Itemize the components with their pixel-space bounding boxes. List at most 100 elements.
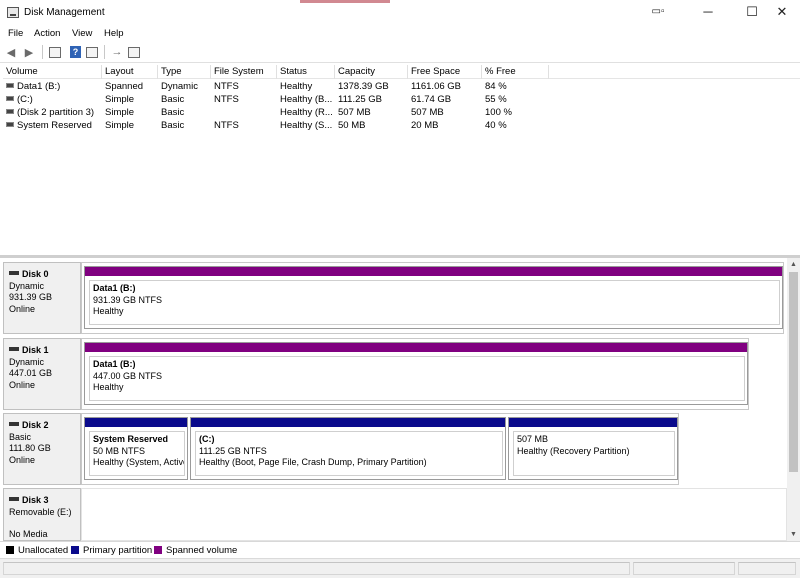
disk-type: Basic (9, 431, 32, 442)
status-bar (0, 558, 800, 578)
scroll-thumb[interactable] (789, 272, 798, 472)
disk-name: Disk 0 (22, 269, 49, 279)
disk-row-2: Disk 2 Basic 111.80 GB Online System Res… (3, 413, 800, 485)
menu-action[interactable]: Action (34, 28, 60, 39)
legend-unallocated: Unallocated (6, 545, 68, 556)
status-cell: Healthy (B... (280, 94, 333, 105)
legend-label: Primary partition (83, 545, 153, 556)
free-space-cell: 507 MB (411, 107, 444, 118)
spanned-volume-bar (85, 343, 747, 352)
disk-size: 111.80 GB (9, 443, 51, 453)
volume-row[interactable]: System Reserved Simple Basic NTFS Health… (3, 119, 800, 132)
partition-name: Data1 (B:) (93, 359, 136, 369)
menu-bar: File Action View Help (0, 26, 800, 42)
toolbar: ◀ ▶ ? → (0, 42, 800, 63)
type-cell: Basic (161, 120, 185, 131)
partition-name: System Reserved (93, 434, 169, 444)
disk-label[interactable]: Disk 1 Dynamic 447.01 GB Online (3, 338, 81, 410)
partition[interactable]: System Reserved 50 MB NTFS Healthy (Syst… (84, 417, 188, 480)
partition[interactable]: 507 MB Healthy (Recovery Partition) (508, 417, 678, 480)
column-file-system[interactable]: File System (211, 65, 277, 79)
view-icon[interactable] (86, 47, 98, 58)
partition-status: Healthy (System, Active (93, 457, 185, 467)
scroll-up-icon[interactable]: ▲ (787, 258, 800, 271)
file-system-cell (211, 106, 277, 119)
disk-row-3: Disk 3 Removable (E:) No Media (3, 488, 800, 541)
vertical-scrollbar[interactable]: ▲ ▼ (787, 258, 800, 541)
status-cell: Healthy (S... (280, 120, 333, 131)
disk-size: 447.01 GB (9, 368, 53, 378)
free-space-cell: 20 MB (411, 120, 439, 131)
volume-row[interactable]: Data1 (B:) Spanned Dynamic NTFS Healthy … (3, 80, 800, 93)
free-space-cell: 61.74 GB (411, 94, 452, 105)
list-icon[interactable] (128, 47, 140, 58)
volume-list-header: Volume Layout Type File System Status Ca… (3, 65, 800, 79)
partition-details: 507 MB Healthy (Recovery Partition) (513, 431, 675, 476)
disk-label[interactable]: Disk 3 Removable (E:) No Media (3, 488, 81, 541)
disk-label[interactable]: Disk 2 Basic 111.80 GB Online (3, 413, 81, 485)
legend-swatch (71, 546, 79, 554)
capacity-cell: 50 MB (338, 120, 366, 131)
status-segment (633, 562, 735, 575)
menu-file[interactable]: File (8, 28, 23, 39)
volume-row[interactable]: (C:) Simple Basic NTFS Healthy (B... 111… (3, 93, 800, 106)
connect-icon[interactable]: → (110, 45, 124, 59)
status-segment (738, 562, 796, 575)
column-free-space[interactable]: Free Space (408, 65, 482, 79)
status-cell: Healthy (R... (280, 107, 333, 118)
scroll-down-icon[interactable]: ▼ (787, 528, 800, 541)
primary-partition-bar (509, 418, 677, 427)
arrow-left-icon[interactable]: ◀ (4, 45, 18, 59)
minimize-button[interactable]: ─ (686, 0, 730, 26)
disk-name: Disk 2 (22, 420, 49, 430)
capacity-cell: 507 MB (338, 107, 371, 118)
primary-partition-bar (191, 418, 505, 427)
disk-row-0: Disk 0 Dynamic 931.39 GB Online Data1 (B… (3, 262, 800, 334)
legend-swatch (6, 546, 14, 554)
status-segment (3, 562, 630, 575)
volume-name: (Disk 2 partition 3) (17, 107, 95, 118)
column-volume[interactable]: Volume (3, 65, 102, 79)
file-system-cell: NTFS (214, 81, 239, 92)
partition-details: Data1 (B:) 931.39 GB NTFS Healthy (89, 280, 780, 325)
volume-icon (6, 83, 14, 88)
volume-list: Volume Layout Type File System Status Ca… (3, 65, 800, 255)
partition[interactable]: (C:) 111.25 GB NTFS Healthy (Boot, Page … (190, 417, 506, 480)
disk-partition-area: Data1 (B:) 447.00 GB NTFS Healthy (81, 338, 749, 410)
help-icon[interactable]: ? (70, 46, 81, 58)
menu-help[interactable]: Help (104, 28, 124, 39)
menu-view[interactable]: View (72, 28, 92, 39)
spanned-volume-bar (85, 267, 782, 276)
properties-icon[interactable] (49, 47, 61, 58)
volume-name: Data1 (B:) (17, 81, 61, 92)
volume-name-cell: System Reserved (3, 119, 102, 132)
primary-partition-bar (85, 418, 187, 427)
volume-name: (C:) (17, 94, 33, 105)
partition-status: Healthy (93, 382, 124, 392)
arrow-right-icon[interactable]: ▶ (22, 45, 36, 59)
partition-details: Data1 (B:) 447.00 GB NTFS Healthy (89, 356, 745, 401)
column-layout[interactable]: Layout (102, 65, 158, 79)
volume-row[interactable]: (Disk 2 partition 3) Simple Basic Health… (3, 106, 800, 119)
partition-size: 111.25 GB NTFS (199, 445, 267, 456)
volume-name: System Reserved (17, 120, 92, 131)
disk-graphical-view: Disk 0 Dynamic 931.39 GB Online Data1 (B… (0, 258, 800, 541)
partition-size: 50 MB NTFS (93, 445, 146, 456)
column-percent-free[interactable]: % Free (482, 65, 549, 79)
partition-details: System Reserved 50 MB NTFS Healthy (Syst… (89, 431, 185, 476)
file-system-cell: NTFS (214, 120, 239, 131)
partition[interactable]: Data1 (B:) 447.00 GB NTFS Healthy (84, 342, 748, 405)
close-button[interactable]: ✕ (760, 0, 800, 26)
disk-label[interactable]: Disk 0 Dynamic 931.39 GB Online (3, 262, 81, 334)
column-capacity[interactable]: Capacity (335, 65, 408, 79)
partition-size: 931.39 GB NTFS (93, 294, 163, 305)
partition[interactable]: Data1 (B:) 931.39 GB NTFS Healthy (84, 266, 783, 329)
column-status[interactable]: Status (277, 65, 335, 79)
disk-type: Removable (E:) (9, 506, 72, 517)
partition-status: Healthy (93, 306, 124, 316)
disk-partition-area: Data1 (B:) 931.39 GB NTFS Healthy (81, 262, 784, 334)
legend-label: Unallocated (18, 545, 69, 556)
column-type[interactable]: Type (158, 65, 211, 79)
snap-layout-icon[interactable]: ▭▫ (640, 0, 676, 26)
volume-name-cell: (Disk 2 partition 3) (3, 106, 102, 119)
